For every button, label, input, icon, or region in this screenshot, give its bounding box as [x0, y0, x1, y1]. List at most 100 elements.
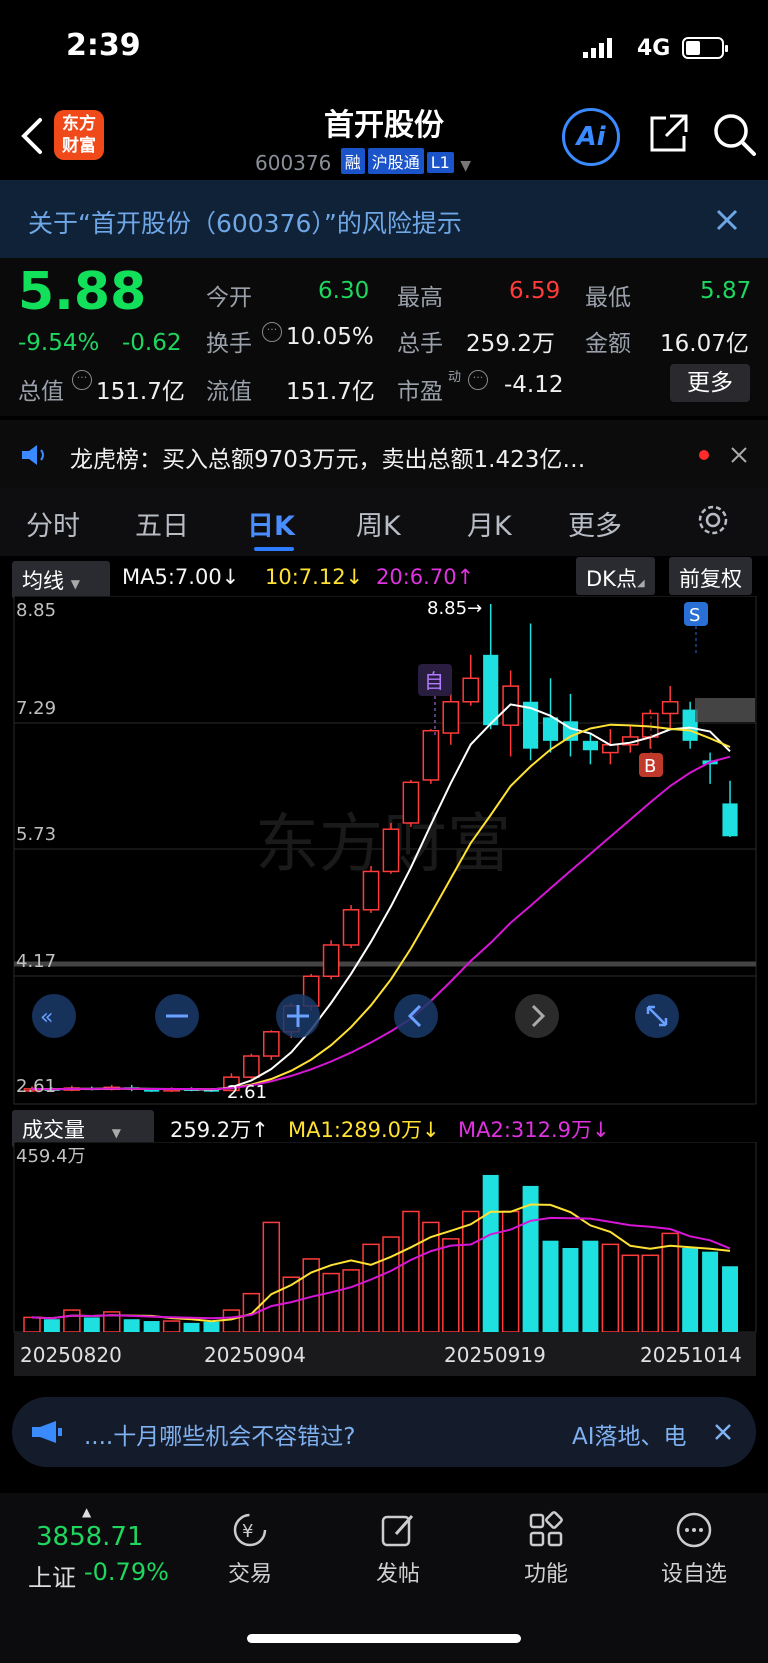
volume-bar[interactable]: [621, 1254, 640, 1333]
trade-icon[interactable]: ¥: [230, 1510, 270, 1550]
ai-button[interactable]: Ai: [562, 108, 620, 166]
more-circle-icon[interactable]: [674, 1510, 714, 1550]
pe-sup: 动: [448, 370, 462, 385]
ma20-label: 20:6.70↑: [376, 565, 475, 589]
tab-daily-k[interactable]: 日K: [247, 504, 295, 543]
date-tick-2: 20250904: [204, 1343, 306, 1367]
logo-icon[interactable]: 东方财富: [54, 110, 104, 160]
candle-body[interactable]: [483, 654, 499, 726]
tab-five-day[interactable]: 五日: [135, 504, 189, 543]
sell-mark[interactable]: S: [689, 605, 700, 626]
ma-select-label: 均线: [22, 569, 64, 593]
dk-button[interactable]: DK点◢: [576, 557, 655, 595]
volume-bar[interactable]: [222, 1309, 241, 1333]
info-icon[interactable]: ···: [72, 370, 92, 390]
candle-body[interactable]: [722, 803, 738, 837]
fast-back-glyph: «: [40, 1005, 53, 1030]
adjust-button[interactable]: 前复权: [669, 557, 752, 595]
volume-bar[interactable]: [183, 1322, 200, 1332]
volume-bar[interactable]: [262, 1221, 281, 1333]
stock-title: 首开股份: [324, 108, 444, 143]
grid-icon[interactable]: [526, 1510, 566, 1550]
tab-monthly-k[interactable]: 月K: [467, 504, 512, 543]
candle-body[interactable]: [442, 701, 460, 734]
back-icon[interactable]: [18, 116, 44, 156]
volume-bar[interactable]: [601, 1243, 620, 1333]
volume-bar[interactable]: [442, 1238, 460, 1333]
volume-bar[interactable]: [143, 1321, 160, 1332]
close-icon[interactable]: [730, 446, 748, 464]
promo-right-text: AI落地、电: [572, 1424, 687, 1450]
volume-bar[interactable]: [43, 1319, 60, 1332]
dragon-tiger-text: 龙虎榜：买入总额9703万元，卖出总额1.423亿…: [70, 447, 586, 473]
candle-body[interactable]: [402, 781, 420, 824]
ma-select[interactable]: 均线 ▼: [12, 561, 110, 599]
volume-bar[interactable]: [402, 1210, 420, 1333]
tab-intraday[interactable]: 分时: [26, 504, 80, 543]
self-mark[interactable]: 自: [424, 669, 444, 693]
candle-body[interactable]: [262, 1031, 280, 1057]
search-icon[interactable]: [712, 112, 758, 158]
volume-bar[interactable]: [342, 1269, 360, 1333]
volume-bar[interactable]: [582, 1240, 599, 1332]
candle-body[interactable]: [462, 677, 480, 703]
volume-bar[interactable]: [641, 1254, 659, 1333]
nav-functions[interactable]: 功能: [496, 1556, 596, 1588]
candle-body[interactable]: [243, 1055, 260, 1078]
volume-bar[interactable]: [722, 1266, 739, 1332]
info-icon[interactable]: ···: [262, 322, 282, 342]
candle-body[interactable]: [542, 717, 559, 741]
tag-level: L1: [426, 152, 454, 173]
price-tick-2: 7.29: [16, 698, 56, 719]
volume-bar[interactable]: [203, 1321, 220, 1332]
volume-bar[interactable]: [63, 1309, 81, 1333]
volume-chart[interactable]: 459.4万 20250820 20250904 20250919 202510…: [0, 1142, 768, 1388]
candle-body[interactable]: [422, 729, 440, 781]
volume-bar[interactable]: [462, 1210, 480, 1333]
more-button[interactable]: 更多: [670, 364, 750, 402]
fast-back-icon[interactable]: [32, 994, 76, 1038]
info-icon[interactable]: ···: [468, 370, 488, 390]
next-icon[interactable]: [515, 994, 559, 1038]
tab-more[interactable]: 更多: [568, 504, 622, 543]
volume-bar[interactable]: [682, 1248, 699, 1332]
volume-bar[interactable]: [83, 1317, 100, 1332]
volume-bar[interactable]: [542, 1240, 559, 1332]
volume-bar[interactable]: [162, 1320, 181, 1333]
kline-chart[interactable]: 东方财富 8.85 7.29 5.73 4.17 2.61 8.85→ 2.61…: [0, 596, 768, 1106]
candle-body[interactable]: [661, 701, 679, 715]
nav-watchlist[interactable]: 设自选: [644, 1556, 744, 1588]
volume-bar[interactable]: [661, 1232, 679, 1333]
promo-banner[interactable]: ....十月哪些机会不容错过? AI落地、电: [12, 1397, 756, 1467]
edit-icon[interactable]: [378, 1510, 418, 1550]
candle-body[interactable]: [342, 909, 360, 946]
candle-body[interactable]: [322, 944, 340, 978]
volume-bar[interactable]: [23, 1316, 41, 1333]
prev-icon[interactable]: [394, 994, 438, 1038]
volume-bar[interactable]: [362, 1243, 380, 1333]
nav-post[interactable]: 发帖: [348, 1556, 448, 1588]
low-label: 最低: [585, 285, 631, 311]
nav-trade[interactable]: 交易: [200, 1556, 300, 1588]
share-icon[interactable]: [646, 112, 690, 156]
volume-bar[interactable]: [562, 1248, 579, 1332]
candle-body[interactable]: [382, 828, 400, 873]
gear-icon[interactable]: [696, 503, 730, 537]
volume-bar[interactable]: [482, 1174, 499, 1332]
volume-bar[interactable]: [522, 1185, 539, 1332]
volume-bar[interactable]: [382, 1236, 400, 1333]
volume-bar[interactable]: [702, 1251, 719, 1332]
buy-mark[interactable]: B: [644, 756, 656, 777]
index-change: -0.79%: [84, 1558, 169, 1586]
close-icon[interactable]: [715, 208, 739, 232]
volume-bar[interactable]: [322, 1272, 340, 1333]
candle-body[interactable]: [582, 740, 598, 751]
stock-code-row[interactable]: 600376 融沪股通 L1 ▼: [255, 148, 471, 175]
dragon-tiger-bar[interactable]: 龙虎榜：买入总额9703万元，卖出总额1.423亿…: [0, 420, 768, 488]
volume-bar[interactable]: [123, 1319, 140, 1332]
index-value[interactable]: 3858.71: [36, 1522, 144, 1552]
tab-weekly-k[interactable]: 周K: [356, 504, 401, 543]
close-icon[interactable]: [714, 1423, 732, 1441]
candle-body[interactable]: [362, 870, 380, 911]
risk-banner[interactable]: 关于“首开股份（600376）”的风险提示: [0, 180, 768, 258]
